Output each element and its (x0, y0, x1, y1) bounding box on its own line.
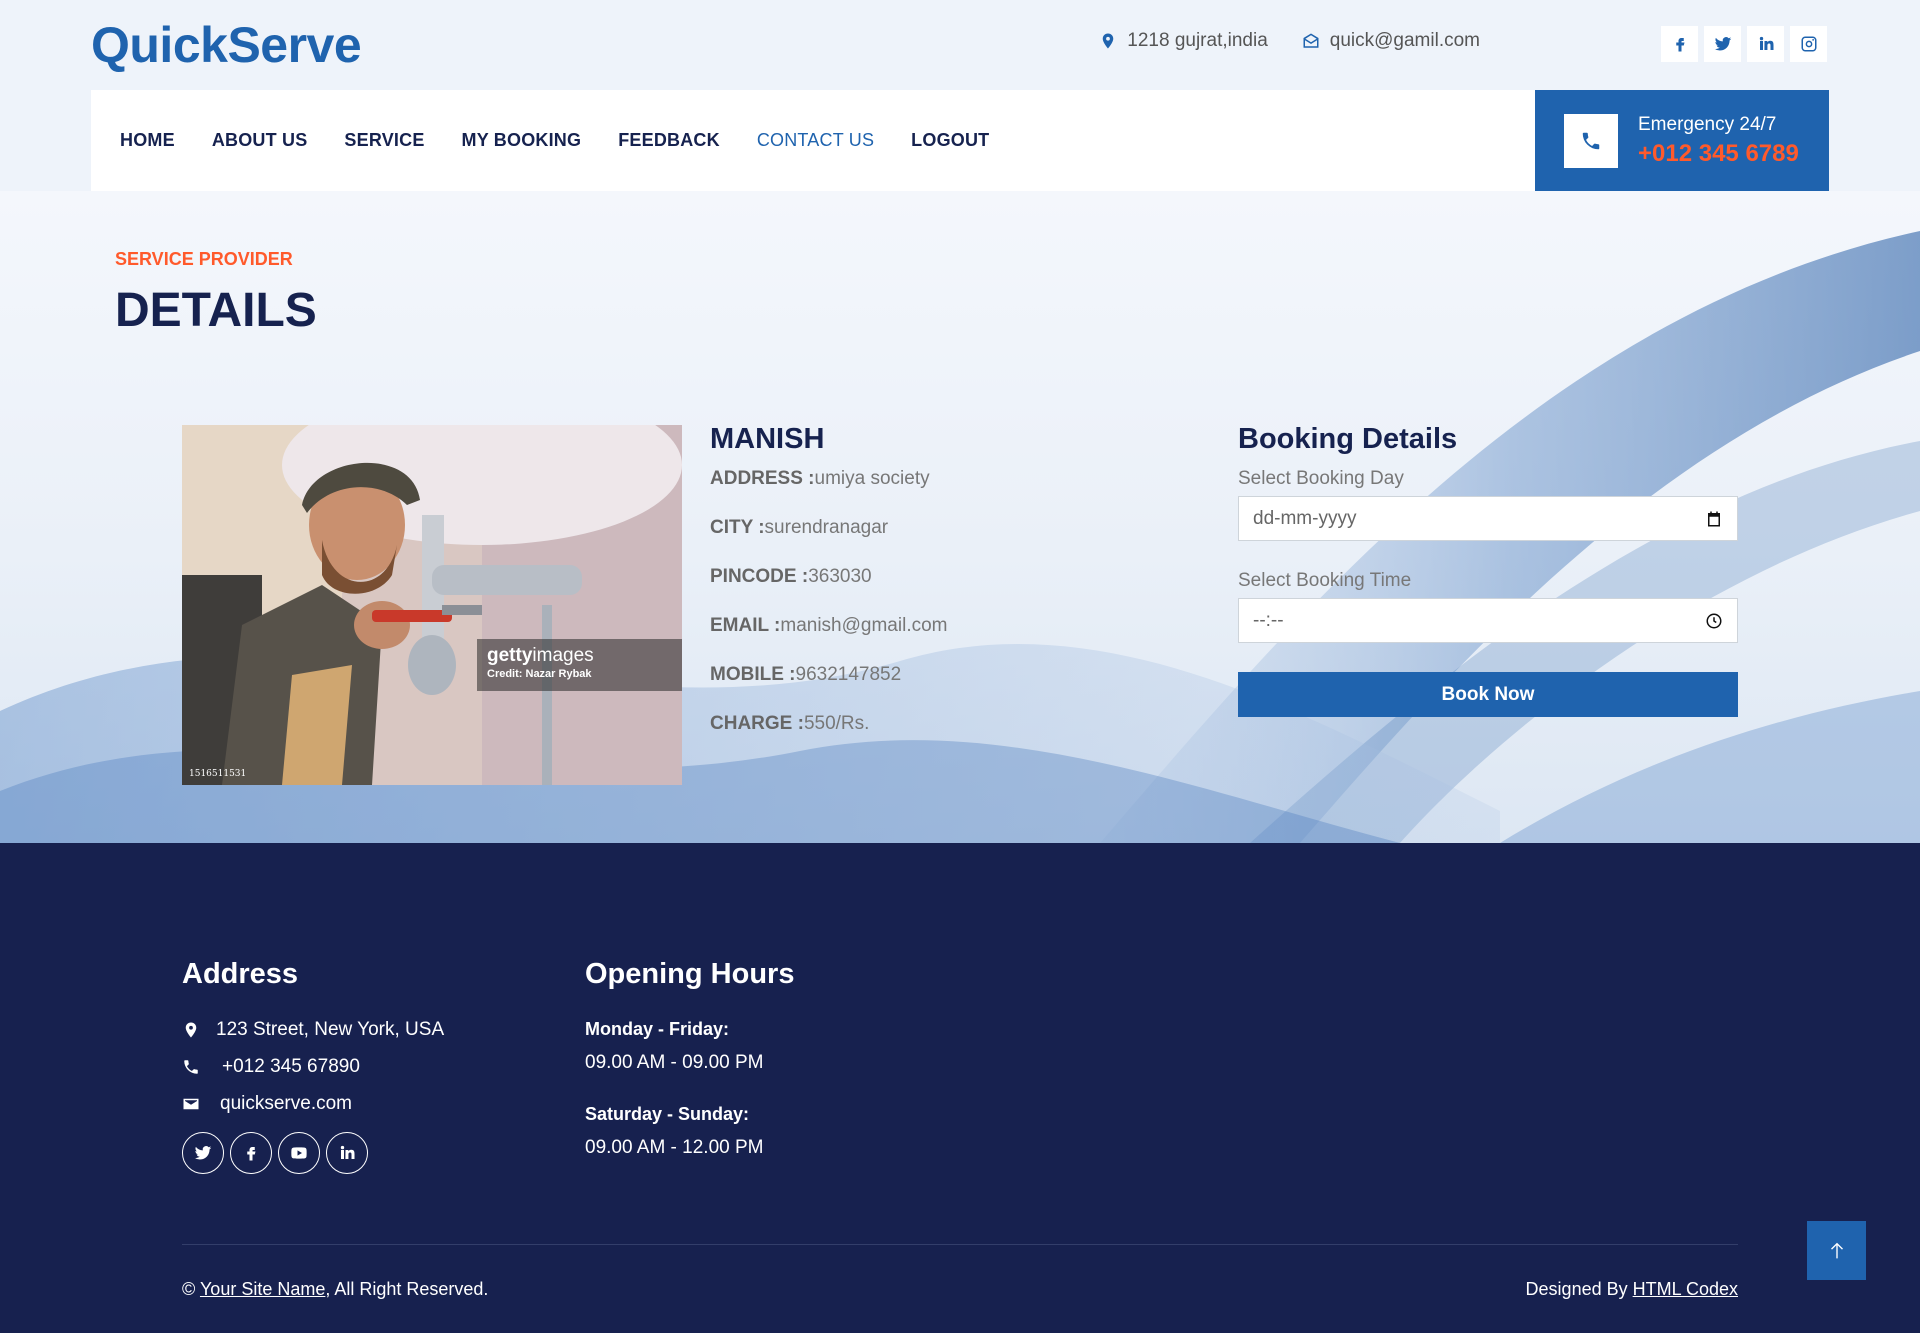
footer-phone: +012 345 67890 (182, 1056, 444, 1078)
top-address: 1218 gujrat,india (1099, 30, 1268, 52)
booking-day-placeholder: dd-mm-yyyy (1253, 507, 1357, 529)
phone-icon (184, 1060, 198, 1074)
provider-name: MANISH (710, 423, 825, 455)
linkedin-icon (340, 1145, 355, 1159)
nav-feedback[interactable]: FEEDBACK (618, 130, 720, 151)
weekend-label: Saturday - Sunday: (585, 1104, 750, 1124)
footer-linkedin-link[interactable] (326, 1132, 368, 1174)
weekend-hours: 09.00 AM - 12.00 PM (585, 1137, 764, 1158)
map-pin-icon (1103, 33, 1114, 49)
copyright: © Your Site Name, All Right Reserved. (182, 1279, 489, 1299)
booking-time-input[interactable]: --:-- (1238, 598, 1738, 643)
provider-mobile: MOBILE :9632147852 (710, 664, 902, 685)
provider-photo: gettyimages Credit: Nazar Rybak 15165115… (182, 425, 682, 785)
calendar-icon[interactable] (1705, 510, 1723, 528)
nav-contact-us[interactable]: CONTACT US (757, 130, 874, 151)
emergency-contact: Emergency 24/7 +012 345 6789 (1535, 90, 1829, 191)
emergency-phone-badge (1564, 113, 1618, 168)
facebook-icon (247, 1147, 256, 1161)
footer-address-column: Address 123 Street, New York, USA +012 3… (182, 958, 444, 1174)
provider-city: CITY :surendranagar (710, 517, 889, 538)
plumber-illustration (182, 425, 682, 785)
back-to-top-button[interactable] (1807, 1221, 1866, 1280)
footer-email: quickserve.com (182, 1093, 444, 1115)
nav-logout[interactable]: LOGOUT (911, 130, 989, 151)
watermark-credit: Credit: Nazar Rybak (487, 668, 592, 680)
weekday-label: Monday - Friday: (585, 1019, 730, 1039)
emergency-number[interactable]: +012 345 6789 (1638, 140, 1799, 168)
footer-address-title: Address (182, 958, 299, 990)
footer-social-links (182, 1132, 444, 1174)
booking-time-label: Select Booking Time (1238, 570, 1412, 591)
youtube-icon (291, 1147, 307, 1159)
booking-title: Booking Details (1238, 423, 1458, 455)
emergency-text: Emergency 24/7 +012 345 6789 (1638, 114, 1799, 168)
site-name-link[interactable]: Your Site Name (200, 1279, 325, 1299)
booking-form: Booking Details Select Booking Day dd-mm… (1238, 423, 1738, 717)
main-navbar: HOME ABOUT US SERVICE MY BOOKING FEEDBAC… (91, 90, 1536, 191)
section-kicker: SERVICE PROVIDER (115, 249, 293, 269)
footer-divider (182, 1244, 1738, 1245)
envelope-icon (1303, 33, 1319, 48)
designer-link[interactable]: HTML Codex (1633, 1279, 1738, 1299)
top-social-links (1661, 26, 1827, 62)
getty-watermark: gettyimages Credit: Nazar Rybak (477, 639, 682, 691)
linkedin-icon (1759, 36, 1773, 50)
nav-service[interactable]: SERVICE (344, 130, 424, 151)
provider-details-section: SERVICE PROVIDER DETAILS gettyimages Cre… (0, 191, 1920, 843)
linkedin-link[interactable] (1747, 26, 1784, 62)
twitter-icon (1714, 37, 1731, 51)
weekday-hours: 09.00 AM - 09.00 PM (585, 1052, 764, 1073)
footer-youtube-link[interactable] (278, 1132, 320, 1174)
provider-charge: CHARGE :550/Rs. (710, 713, 870, 734)
designer-credit: Designed By HTML Codex (1525, 1279, 1738, 1299)
provider-pincode: PINCODE :363030 (710, 566, 872, 587)
photo-id: 1516511531 (189, 769, 247, 779)
clock-icon[interactable] (1705, 612, 1723, 630)
arrow-up-icon (1830, 1242, 1843, 1258)
top-email: quick@gamil.com (1302, 30, 1480, 52)
provider-info: MANISH ADDRESS :umiya society CITY :sure… (710, 423, 948, 762)
twitter-icon (194, 1146, 212, 1160)
phone-icon (1582, 132, 1600, 149)
footer-address: 123 Street, New York, USA (182, 1019, 444, 1041)
page-title: DETAILS (115, 284, 317, 337)
instagram-link[interactable] (1790, 26, 1827, 62)
top-email-text[interactable]: quick@gamil.com (1330, 30, 1480, 52)
brand-logo[interactable]: QuickServe (91, 16, 362, 74)
book-now-button[interactable]: Book Now (1238, 672, 1738, 717)
envelope-icon (183, 1098, 199, 1110)
site-footer: Address 123 Street, New York, USA +012 3… (0, 843, 1920, 1333)
top-contact-strip: 1218 gujrat,india quick@gamil.com (1099, 30, 1514, 52)
provider-address: ADDRESS :umiya society (710, 468, 930, 489)
footer-hours-column: Opening Hours Monday - Friday: 09.00 AM … (585, 958, 794, 1189)
booking-time-placeholder: --:-- (1253, 609, 1284, 631)
booking-day-input[interactable]: dd-mm-yyyy (1238, 496, 1738, 541)
emergency-label: Emergency 24/7 (1638, 113, 1777, 135)
nav-home[interactable]: HOME (120, 130, 175, 151)
footer-twitter-link[interactable] (182, 1132, 224, 1174)
watermark-logo: gettyimages (487, 645, 594, 666)
booking-day-label: Select Booking Day (1238, 468, 1404, 489)
footer-hours-title: Opening Hours (585, 958, 795, 990)
nav-about-us[interactable]: ABOUT US (212, 130, 308, 151)
instagram-icon (1801, 36, 1816, 52)
facebook-link[interactable] (1661, 26, 1698, 62)
nav-my-booking[interactable]: MY BOOKING (462, 130, 582, 151)
footer-facebook-link[interactable] (230, 1132, 272, 1174)
map-pin-icon (185, 1022, 197, 1038)
top-address-text: 1218 gujrat,india (1127, 30, 1268, 51)
facebook-icon (1675, 38, 1684, 52)
twitter-link[interactable] (1704, 26, 1741, 62)
provider-email: EMAIL :manish@gmail.com (710, 615, 948, 636)
